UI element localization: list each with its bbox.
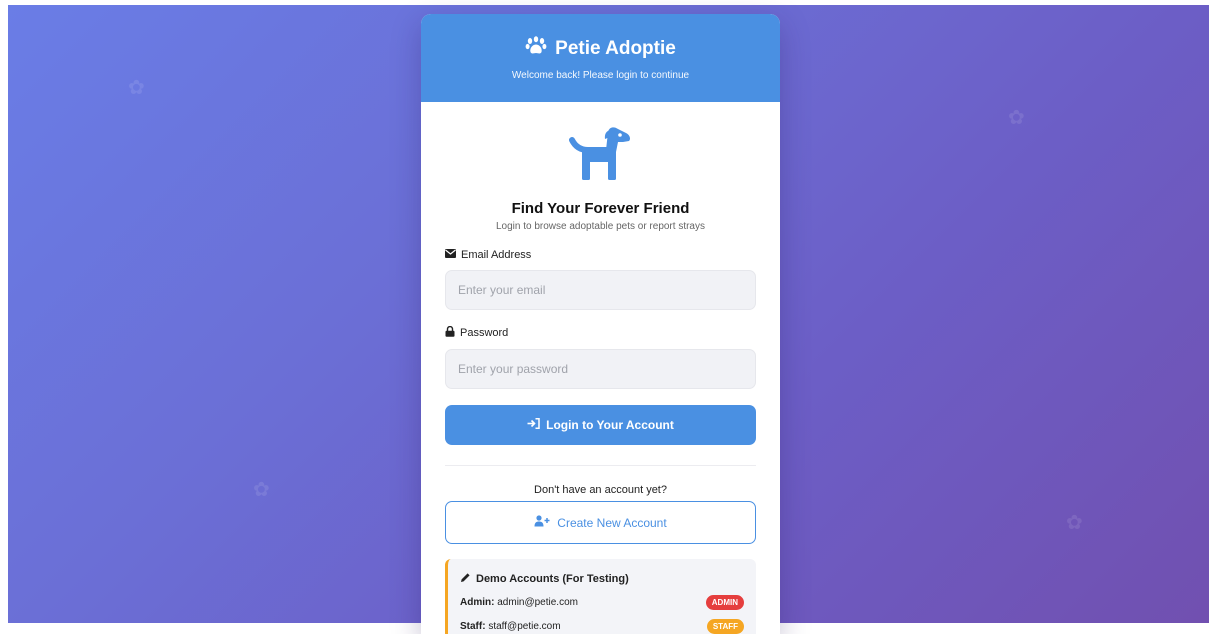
divider (445, 465, 756, 466)
sign-in-icon (527, 418, 540, 432)
role-badge: STAFF (706, 619, 744, 634)
demo-title: Demo Accounts (For Testing) (476, 573, 629, 585)
create-account-label: Create New Account (557, 515, 667, 530)
card-header: Petie Adoptie Welcome back! Please login… (421, 14, 780, 102)
paw-decoration-icon: ✿ (253, 479, 270, 501)
demo-account-row: Staff: staff@petie.com STAFF (460, 619, 744, 634)
password-label: Password (460, 327, 509, 339)
login-card: Petie Adoptie Welcome back! Please login… (421, 14, 780, 634)
hero-title: Find Your Forever Friend (511, 200, 690, 217)
signup-prompt: Don't have an account yet? (534, 484, 667, 496)
hero-subtitle: Login to browse adoptable pets or report… (495, 221, 705, 232)
create-account-button[interactable]: Create New Account (445, 501, 756, 544)
dog-icon (568, 127, 634, 188)
user-plus-icon (534, 515, 550, 530)
app-title: Petie Adoptie (555, 37, 676, 59)
demo-title-row: Demo Accounts (For Testing) (460, 572, 744, 586)
paw-decoration-icon: ✿ (1008, 107, 1025, 129)
pencil-icon (460, 572, 471, 586)
app-subtitle: Welcome back! Please login to continue (511, 70, 690, 81)
email-input[interactable] (445, 270, 756, 310)
password-input[interactable] (445, 349, 756, 389)
email-label-row: Email Address (445, 249, 756, 261)
envelope-icon (445, 249, 456, 261)
demo-role-label: Admin: (460, 597, 495, 608)
paw-decoration-icon: ✿ (1066, 512, 1083, 534)
email-label: Email Address (461, 249, 532, 261)
paw-icon (525, 36, 547, 61)
paw-decoration-icon: ✿ (128, 77, 145, 99)
demo-account-row: Admin: admin@petie.com ADMIN (460, 595, 744, 610)
demo-email: admin@petie.com (497, 597, 578, 608)
password-label-row: Password (445, 325, 756, 340)
login-button-label: Login to Your Account (546, 418, 674, 432)
lock-icon (445, 325, 455, 340)
login-button[interactable]: Login to Your Account (445, 405, 756, 445)
role-badge: ADMIN (705, 595, 744, 610)
